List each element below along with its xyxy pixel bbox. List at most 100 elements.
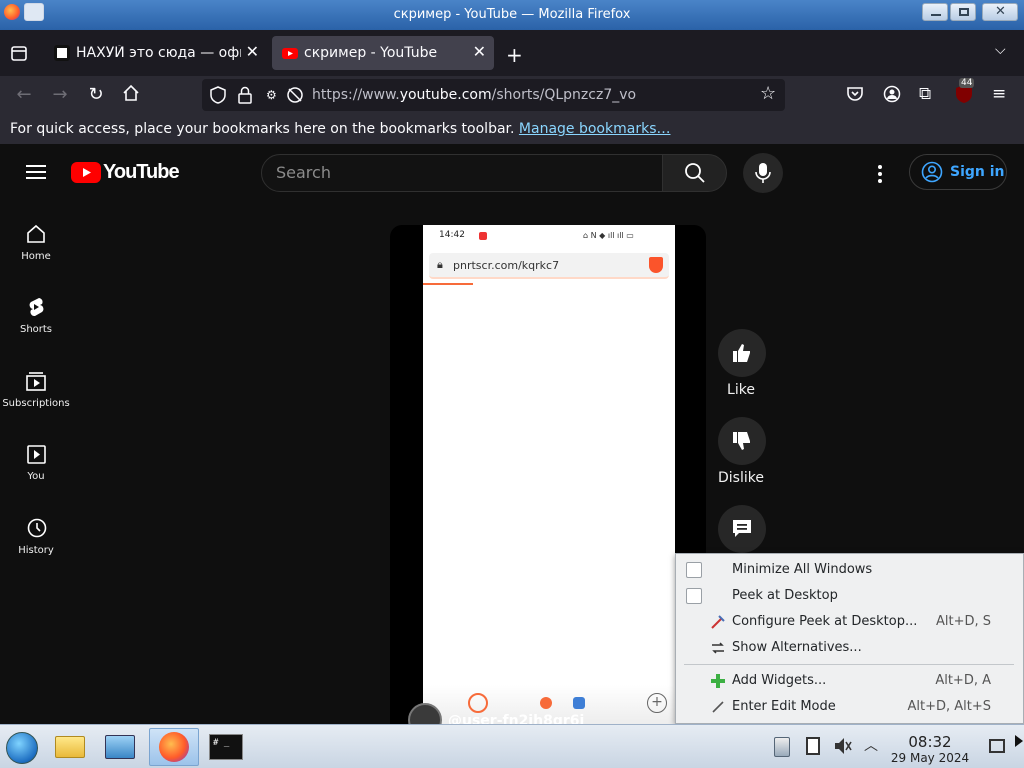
- tracking-shield-icon[interactable]: [210, 86, 226, 108]
- close-tab-icon[interactable]: ✕: [473, 42, 486, 61]
- checkbox[interactable]: [686, 562, 702, 578]
- sidebar-item-subscriptions[interactable]: Subscriptions: [0, 370, 72, 409]
- menu-separator: [684, 664, 1014, 665]
- like-label: Like: [727, 382, 755, 398]
- search-input[interactable]: [276, 163, 646, 182]
- tray-expand-chevron-icon[interactable]: ︿: [864, 735, 878, 755]
- search-icon: [685, 163, 705, 183]
- alternatives-icon: [712, 642, 724, 654]
- like-button[interactable]: [718, 329, 766, 377]
- shorts-icon: [29, 298, 44, 317]
- you-icon: [27, 445, 46, 464]
- phone-add-tab-icon: +: [647, 693, 667, 713]
- account-icon[interactable]: [883, 85, 901, 107]
- dislike-button[interactable]: [718, 417, 766, 465]
- back-arrow-icon[interactable]: ←: [13, 84, 35, 106]
- video-frame: 14:42 ⌂ N ◆ ıll ıll ▭ 🔒︎ pnrtscr.com/kqr…: [423, 225, 675, 735]
- menu-item-shortcut: Alt+D, A: [935, 673, 991, 688]
- sidebar-label: Subscriptions: [2, 398, 70, 409]
- permissions-icon[interactable]: ⚙: [266, 88, 277, 102]
- url-text[interactable]: https://www.youtube.com/shorts/QLpnzcz7_…: [312, 87, 636, 103]
- tab-other[interactable]: НАХУЙ это сюда — офи ✕: [44, 36, 267, 70]
- show-desktop-button[interactable]: [989, 739, 1005, 753]
- sidebar-item-shorts[interactable]: Shorts: [0, 296, 72, 335]
- microphone-icon: [755, 163, 771, 183]
- phone-status-time: 14:42: [439, 230, 465, 240]
- menu-item-show-alternatives[interactable]: Show Alternatives...: [676, 635, 1023, 661]
- list-tabs-chevron-icon[interactable]: ⌵: [995, 42, 1006, 58]
- clock-date: 29 May 2024: [890, 751, 970, 765]
- clipboard-icon[interactable]: [774, 737, 790, 757]
- menu-item-label: Minimize All Windows: [732, 562, 873, 577]
- tab-strip: НАХУЙ это сюда — офи ✕ скример - YouTube…: [0, 30, 1024, 76]
- terminal-taskbar-button[interactable]: # _: [203, 728, 251, 766]
- url-bar[interactable]: ⚙ https://www.youtube.com/shorts/QLpnzcz…: [202, 79, 785, 111]
- reload-icon[interactable]: ↻: [85, 84, 107, 106]
- search-box[interactable]: [261, 154, 663, 192]
- desktop-context-menu: Minimize All Windows Peek at Desktop Con…: [675, 553, 1024, 724]
- settings-monitor-icon: [105, 735, 135, 759]
- start-menu-button[interactable]: [2, 728, 42, 766]
- bookmarks-toolbar: For quick access, place your bookmarks h…: [0, 114, 1024, 144]
- guide-menu-icon[interactable]: [26, 164, 46, 184]
- mouse-cursor-icon: [1015, 735, 1023, 747]
- shorts-video-player[interactable]: 14:42 ⌂ N ◆ ıll ıll ▭ 🔒︎ pnrtscr.com/kqr…: [390, 225, 706, 735]
- forward-arrow-icon[interactable]: →: [49, 84, 71, 106]
- brave-shield-icon: [649, 257, 663, 273]
- lock-icon[interactable]: [238, 86, 252, 108]
- sidebar-label: Home: [21, 251, 51, 262]
- extensions-icon[interactable]: ⧉: [919, 84, 931, 104]
- clock-time: 08:32: [908, 733, 952, 751]
- firefox-view-button[interactable]: [8, 42, 30, 64]
- sidebar-item-history[interactable]: History: [0, 517, 72, 556]
- clock[interactable]: 08:32 29 May 2024: [890, 733, 970, 765]
- file-manager-button[interactable]: [50, 728, 90, 766]
- youtube-logo-icon: [71, 162, 101, 183]
- phone-status-icons: ⌂ N ◆ ıll ıll ▭: [583, 231, 634, 240]
- voice-search-button[interactable]: [743, 153, 783, 193]
- menu-item-label: Configure Peek at Desktop...: [732, 614, 918, 629]
- firefox-taskbar-button[interactable]: [149, 728, 199, 766]
- checkbox[interactable]: [686, 588, 702, 604]
- menu-item-edit-mode[interactable]: Enter Edit Mode Alt+D, Alt+S: [676, 694, 1023, 720]
- manage-bookmarks-link[interactable]: Manage bookmarks…: [519, 121, 671, 137]
- volume-muted-icon[interactable]: [834, 736, 852, 760]
- taskbar: # _ ︿ 08:32 29 May 2024: [0, 724, 1024, 768]
- phone-app-icon: [468, 693, 488, 713]
- configure-icon: [711, 615, 725, 629]
- search-button[interactable]: [662, 154, 727, 192]
- more-options-icon[interactable]: [876, 164, 884, 188]
- menu-item-label: Peek at Desktop: [732, 588, 838, 603]
- autoplay-blocked-icon[interactable]: [286, 86, 304, 108]
- comments-button[interactable]: [718, 505, 766, 553]
- window-titlebar[interactable]: скример - YouTube — Mozilla Firefox ✕: [0, 0, 1024, 30]
- notes-icon[interactable]: [806, 737, 820, 755]
- menu-item-configure-peek[interactable]: Configure Peek at Desktop... Alt+D, S: [676, 609, 1023, 635]
- minimize-button[interactable]: [922, 3, 948, 21]
- menu-item-label: Enter Edit Mode: [732, 699, 836, 714]
- bookmark-star-icon[interactable]: ☆: [760, 83, 776, 104]
- sidebar-item-you[interactable]: You: [0, 443, 72, 482]
- menu-item-shortcut: Alt+D, Alt+S: [907, 699, 991, 714]
- sign-in-button[interactable]: Sign in: [909, 154, 1007, 190]
- pocket-icon[interactable]: [846, 85, 864, 107]
- account-circle-icon: [921, 161, 943, 183]
- ublock-shield-icon[interactable]: 44: [955, 78, 975, 104]
- maximize-button[interactable]: [950, 3, 976, 21]
- new-tab-plus-icon[interactable]: +: [506, 43, 523, 67]
- extension-badge: 44: [959, 78, 975, 88]
- system-settings-button[interactable]: [100, 728, 140, 766]
- sidebar-item-home[interactable]: Home: [0, 223, 72, 262]
- tab-active[interactable]: скример - YouTube ✕: [272, 36, 494, 70]
- menu-item-add-widgets[interactable]: Add Widgets... Alt+D, A: [676, 668, 1023, 694]
- subscriptions-icon: [26, 372, 46, 391]
- firefox-icon: [159, 732, 189, 762]
- close-window-button[interactable]: ✕: [982, 3, 1018, 21]
- menu-item-minimize-all[interactable]: Minimize All Windows: [676, 557, 1023, 583]
- firefox-view-icon: [11, 46, 27, 61]
- menu-item-peek-desktop[interactable]: Peek at Desktop: [676, 583, 1023, 609]
- menu-item-label: Add Widgets...: [732, 673, 827, 688]
- home-icon[interactable]: [120, 84, 142, 106]
- close-tab-icon[interactable]: ✕: [246, 42, 259, 61]
- app-menu-icon[interactable]: ≡: [992, 84, 1006, 104]
